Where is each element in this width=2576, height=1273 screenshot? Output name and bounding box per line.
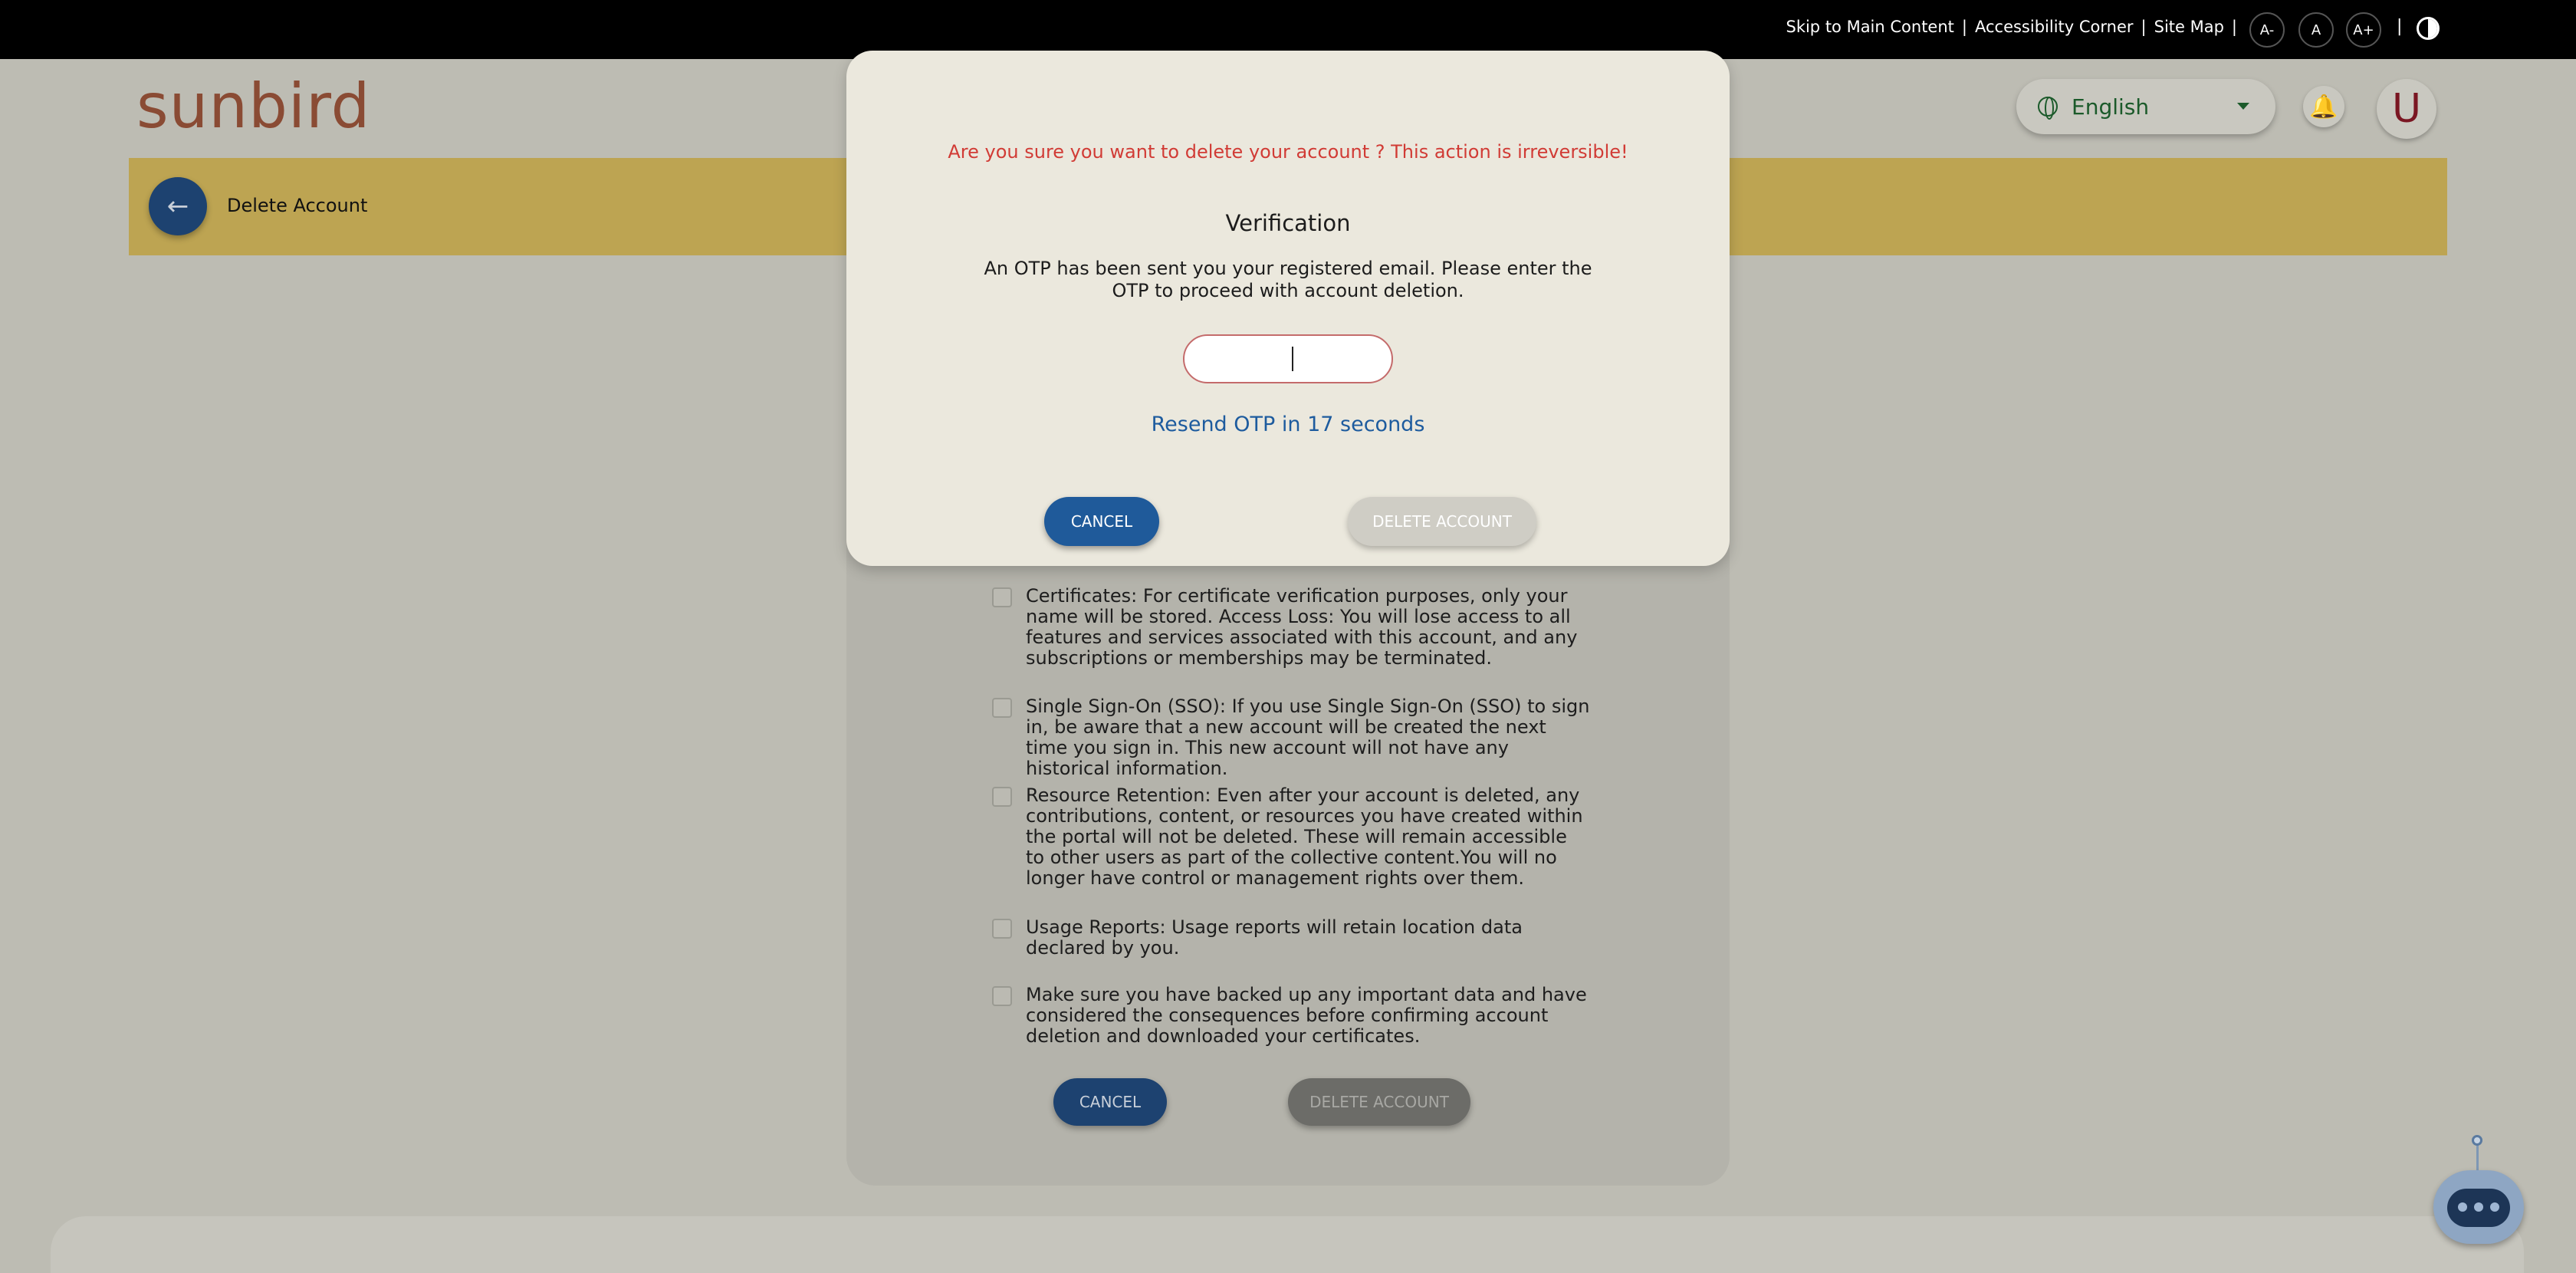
accessibility-corner-link[interactable]: Accessibility Corner xyxy=(1975,18,2134,36)
separator: | xyxy=(2231,18,2237,36)
accessibility-links: Skip to Main Content | Accessibility Cor… xyxy=(1786,18,2237,36)
font-decrease-button[interactable]: A- xyxy=(2249,12,2285,48)
modal-title: Verification xyxy=(1225,210,1351,236)
delete-account-button[interactable]: DELETE ACCOUNT xyxy=(1348,497,1536,546)
contrast-toggle-icon[interactable] xyxy=(2417,17,2440,40)
separator: | xyxy=(1961,18,1967,36)
otp-input[interactable] xyxy=(1183,334,1393,383)
font-reset-button[interactable]: A xyxy=(2298,12,2334,48)
otp-message: An OTP has been sent you your registered… xyxy=(984,258,1592,301)
text-cursor xyxy=(1292,347,1293,371)
font-increase-button[interactable]: A+ xyxy=(2346,12,2381,48)
separator: | xyxy=(2397,17,2403,36)
delete-warning: Are you sure you want to delete your acc… xyxy=(948,141,1628,163)
site-map-link[interactable]: Site Map xyxy=(2154,18,2224,36)
cancel-button[interactable]: CANCEL xyxy=(1044,497,1159,546)
verification-modal: Are you sure you want to delete your acc… xyxy=(846,51,1730,566)
skip-to-main-link[interactable]: Skip to Main Content xyxy=(1786,18,1953,36)
separator: | xyxy=(2141,18,2147,36)
resend-otp-link[interactable]: Resend OTP in 17 seconds xyxy=(846,413,1730,436)
